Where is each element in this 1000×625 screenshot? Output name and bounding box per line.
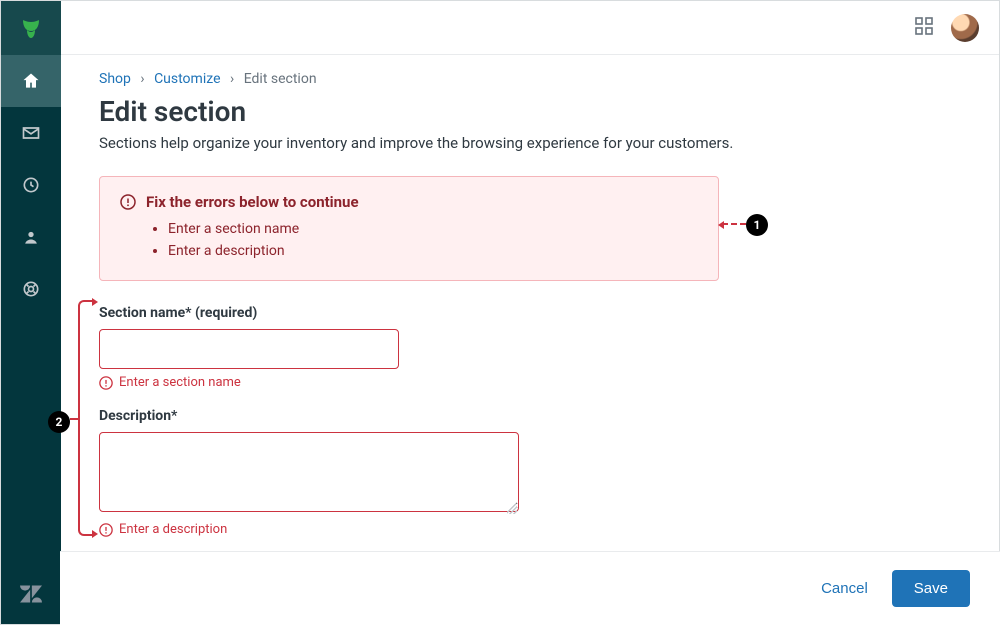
leaf-logo-icon (19, 16, 43, 40)
sidebar-item-help[interactable] (1, 263, 61, 315)
annotation-arrow (722, 224, 746, 226)
alert-circle-icon (99, 523, 113, 537)
mail-icon (21, 123, 41, 143)
sidebar-item-user[interactable] (1, 211, 61, 263)
page-subtitle: Sections help organize your inventory an… (99, 134, 961, 152)
error-banner-item: Enter a section name (168, 219, 698, 241)
error-banner-item: Enter a description (168, 241, 698, 263)
content: Shop › Customize › Edit section Edit sec… (61, 55, 999, 537)
error-banner: Fix the errors below to continue Enter a… (99, 176, 719, 281)
annotation-callout-2: 2 (48, 411, 70, 433)
home-icon (21, 71, 41, 91)
brand-logo (1, 1, 61, 55)
sidebar-item-mail[interactable] (1, 107, 61, 159)
zendesk-icon (20, 583, 42, 605)
cancel-button[interactable]: Cancel (821, 580, 868, 597)
section-name-error: Enter a section name (119, 375, 241, 390)
main-area: Shop › Customize › Edit section Edit sec… (61, 1, 999, 624)
sidebar-item-home[interactable] (1, 55, 61, 107)
user-icon (21, 227, 41, 247)
alert-circle-icon (120, 194, 136, 210)
description-label: Description* (99, 408, 961, 424)
apps-grid-icon[interactable] (915, 17, 933, 39)
footer: Cancel Save (60, 551, 1000, 625)
page-title: Edit section (99, 95, 961, 128)
topbar (61, 1, 999, 55)
description-error: Enter a description (119, 522, 227, 537)
sidebar (1, 1, 61, 624)
alert-circle-icon (99, 376, 113, 390)
clock-icon (21, 175, 41, 195)
sidebar-item-clock[interactable] (1, 159, 61, 211)
zendesk-brand-icon (1, 574, 61, 614)
breadcrumb: Shop › Customize › Edit section (99, 71, 961, 87)
save-button[interactable]: Save (892, 570, 970, 607)
avatar[interactable] (951, 14, 979, 42)
annotation-bracket (78, 300, 92, 536)
chevron-right-icon: › (230, 71, 234, 87)
section-name-input[interactable] (99, 329, 399, 369)
annotation-bracket-stem (70, 418, 80, 420)
breadcrumb-shop[interactable]: Shop (99, 71, 131, 87)
lifesaver-icon (21, 279, 41, 299)
chevron-right-icon: › (140, 71, 144, 87)
breadcrumb-customize[interactable]: Customize (154, 71, 220, 87)
annotation-callout-1: 1 (746, 214, 768, 236)
section-name-label: Section name* (required) (99, 305, 961, 321)
error-banner-title: Fix the errors below to continue (146, 193, 359, 211)
breadcrumb-current: Edit section (244, 71, 317, 87)
description-input[interactable] (99, 432, 519, 512)
